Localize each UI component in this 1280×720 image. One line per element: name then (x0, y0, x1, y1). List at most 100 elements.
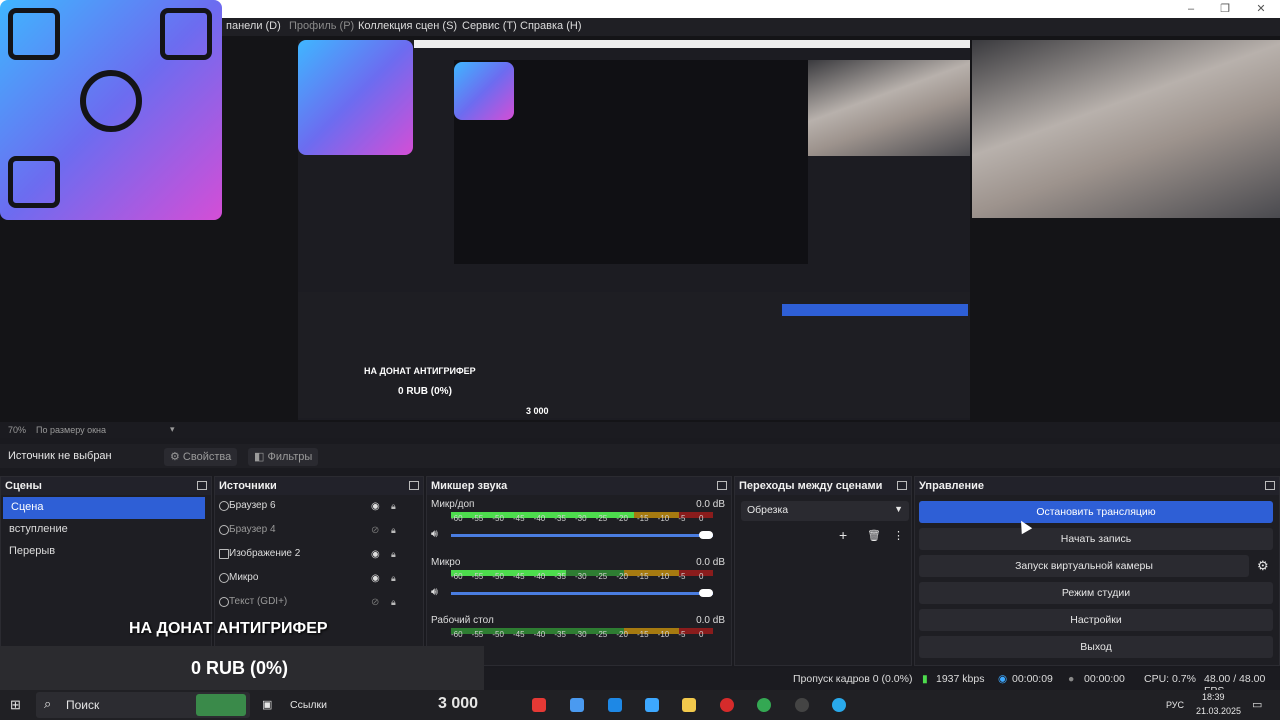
notification-icon[interactable]: ▭ (1252, 698, 1262, 711)
eye-icon[interactable]: ◉ (371, 549, 380, 560)
properties-button[interactable]: ⚙ Свойства (164, 448, 238, 466)
popout-icon[interactable] (897, 481, 907, 490)
status-bar: Пропуск кадров 0 (0.0%) ▮ 1937 kbps ◉ 00… (480, 668, 1280, 697)
source-label: Текст (GDI+) (229, 596, 288, 607)
lock-icon[interactable]: 🔒︎ (391, 549, 396, 560)
scene-item-intro[interactable]: вступление (1, 519, 211, 541)
popout-icon[interactable] (409, 481, 419, 490)
meter-tick: -45 (513, 630, 525, 639)
channel-name: Микр/доп (431, 499, 475, 510)
scene-item-scene[interactable]: Сцена (3, 497, 205, 519)
filters-button[interactable]: ◧ Фильтры (248, 448, 319, 466)
close-icon[interactable]: ✕ (1246, 2, 1276, 16)
windows-start-icon[interactable]: ⊞ (10, 697, 21, 713)
source-label: Браузер 6 (229, 500, 276, 511)
meter-tick: -60 (451, 572, 463, 581)
channel-db: 0.0 dB (696, 499, 725, 510)
slider-handle[interactable] (699, 531, 713, 539)
eye-hidden-icon[interactable]: ⊘ (371, 597, 379, 608)
menu-scene-collection[interactable]: Коллекция сцен (S) (358, 20, 457, 32)
menu-help[interactable]: Справка (H) (520, 20, 581, 32)
source-item[interactable]: Изображение 2 ◉ 🔒︎ (215, 543, 423, 567)
chevron-down-icon[interactable]: ▾ (170, 424, 175, 435)
popout-icon[interactable] (1265, 481, 1275, 490)
record-icon: ● (1068, 673, 1075, 685)
meter-scale: -60 -55 -50 -45 -40 -35 -30 -25 -20 -15 -10 -5 0 (451, 630, 713, 639)
globe-icon (219, 501, 229, 511)
menu-docks[interactable]: панели (D) (226, 20, 281, 32)
start-virtual-camera-button[interactable]: Запуск виртуальной камеры (919, 555, 1249, 577)
app-icon[interactable] (570, 698, 584, 712)
eye-hidden-icon[interactable]: ⊘ (371, 525, 379, 536)
source-label: Микро (229, 572, 259, 583)
meter-tick: 0 (699, 514, 704, 523)
zoom-percent[interactable]: 70% (8, 425, 26, 435)
source-item[interactable]: Браузер 4 ⊘ 🔒︎ (215, 519, 423, 543)
properties-label: Свойства (182, 451, 232, 463)
stop-streaming-button[interactable]: Остановить трансляцию (919, 501, 1273, 523)
gear-icon: ⚙ (170, 451, 183, 463)
source-label: Браузер 4 (229, 524, 276, 535)
taskbar: ⊞ ⌕ Поиск ▣ Ссылки 3 000 РУС 18:39 21.03… (0, 690, 1280, 720)
task-view-icon[interactable]: ▣ (262, 698, 272, 711)
zoom-row: 70% По размеру окна ▾ (0, 422, 1280, 438)
source-item[interactable]: Текст (GDI+) ⊘ 🔒︎ (215, 591, 423, 615)
zoom-mode[interactable]: По размеру окна (36, 425, 106, 435)
clock-date[interactable]: 21.03.2025 (1196, 706, 1241, 716)
meter-tick: -45 (513, 572, 525, 581)
menu-tools[interactable]: Сервис (T) (462, 20, 517, 32)
studio-mode-button[interactable]: Режим студии (919, 582, 1273, 604)
stream-preview[interactable]: НА ДОНАТ АНТИГРИФЕР 0 RUB (0%) 3 000 (0, 0, 1280, 422)
minimize-icon[interactable]: – (1176, 2, 1206, 16)
folder-icon[interactable] (682, 698, 696, 712)
eye-icon[interactable]: ◉ (371, 573, 380, 584)
controls-dock: Управление Остановить трансляцию Начать … (914, 476, 1280, 666)
chrome-icon[interactable] (757, 698, 771, 712)
calculator-icon[interactable] (645, 698, 659, 712)
menu-profile[interactable]: Профиль (P) (289, 20, 354, 32)
popout-icon[interactable] (197, 481, 207, 490)
links-toolbar[interactable]: Ссылки (290, 699, 327, 711)
speaker-icon[interactable]: 🔊︎ (431, 528, 438, 541)
language-indicator[interactable]: РУС (1166, 700, 1184, 710)
source-item[interactable]: Микро ◉ 🔒︎ (215, 567, 423, 591)
meter-tick: -30 (575, 630, 587, 639)
speaker-icon[interactable]: 🔊︎ (431, 586, 438, 599)
start-recording-button[interactable]: Начать запись (919, 528, 1273, 550)
transition-select[interactable]: Обрезка ▼ (741, 501, 909, 521)
meter-tick: -50 (492, 514, 504, 523)
gear-icon[interactable]: ⚙ (1257, 558, 1269, 574)
maximize-icon[interactable]: ❐ (1210, 2, 1240, 16)
obs-icon[interactable] (795, 698, 809, 712)
scene-item-break[interactable]: Перерыв (1, 541, 211, 563)
add-icon[interactable]: + (839, 527, 847, 543)
lock-icon[interactable]: 🔒︎ (391, 597, 396, 608)
eye-icon[interactable]: ◉ (371, 501, 380, 512)
more-icon[interactable]: ⋮ (893, 529, 904, 542)
lock-icon[interactable]: 🔒︎ (391, 525, 396, 536)
yandex-icon[interactable] (532, 698, 546, 712)
app-icon[interactable] (608, 698, 622, 712)
source-item[interactable]: Браузер 6 ◉ 🔒︎ (215, 495, 423, 519)
telegram-icon[interactable] (832, 698, 846, 712)
popout-icon[interactable] (717, 481, 727, 490)
clock-time[interactable]: 18:39 (1202, 692, 1225, 702)
search-highlight-image (196, 694, 246, 716)
settings-button[interactable]: Настройки (919, 609, 1273, 631)
meter-tick: -50 (492, 630, 504, 639)
volume-slider[interactable] (451, 589, 713, 597)
meter-tick: -5 (678, 514, 686, 523)
slider-handle[interactable] (699, 589, 713, 597)
taskbar-search[interactable]: ⌕ Поиск (36, 692, 250, 718)
mixer-title: Микшер звука (431, 480, 508, 492)
nested-banner-text: НА ДОНАТ АНТИГРИФЕР (364, 366, 476, 376)
exit-button[interactable]: Выход (919, 636, 1273, 658)
opera-icon[interactable] (720, 698, 734, 712)
webcam-feed (972, 40, 1280, 218)
lock-icon[interactable]: 🔒︎ (391, 573, 396, 584)
lock-icon[interactable]: 🔒︎ (391, 501, 396, 512)
trash-icon[interactable]: 🗑︎ (867, 529, 881, 542)
meter-tick: -20 (616, 630, 628, 639)
volume-slider[interactable] (451, 531, 713, 539)
filter-icon: ◧ (254, 451, 268, 463)
